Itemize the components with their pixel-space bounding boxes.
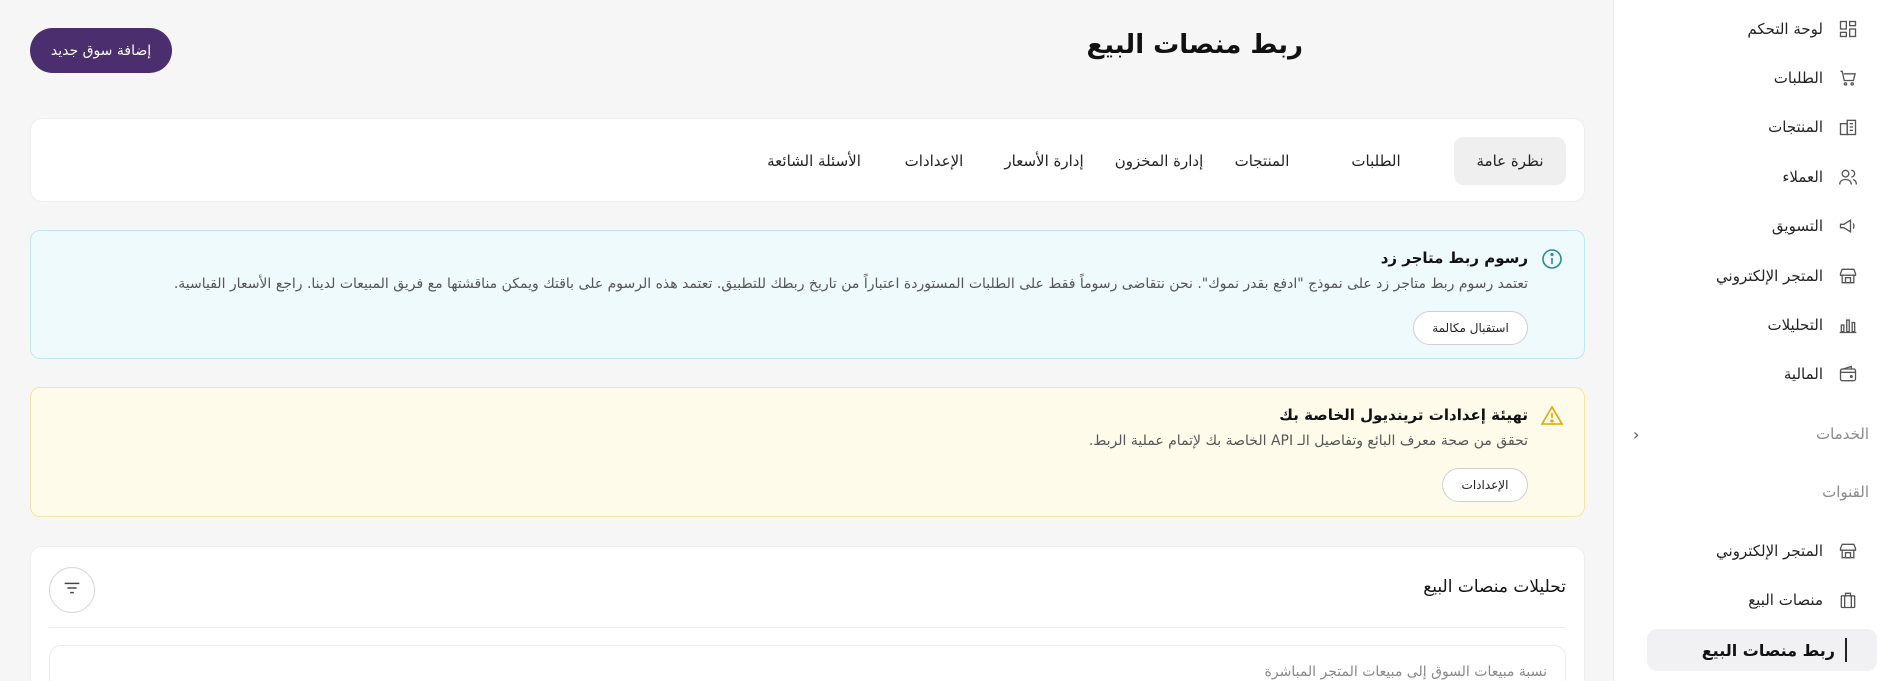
dashboard-icon	[1837, 18, 1859, 40]
warning-icon	[1540, 404, 1564, 428]
bar-chart-icon	[1837, 314, 1859, 336]
sidebar-section-services[interactable]: الخدمات ‹	[1629, 419, 1869, 449]
sidebar-item-orders[interactable]: الطلبات	[1629, 58, 1879, 98]
settings-button[interactable]: الإعدادات	[1442, 468, 1528, 502]
analytics-card: تحليلات منصات البيع نسبة مبيعات السوق إل…	[30, 546, 1585, 681]
active-indicator	[1845, 638, 1847, 662]
wallet-icon	[1837, 363, 1859, 385]
tab-pricing[interactable]: إدارة الأسعار	[989, 137, 1099, 185]
main-content: ربط منصات البيع إضافة سوق جديد نظرة عامة…	[0, 0, 1613, 681]
tabs-bar: نظرة عامة الطلبات المنتجات إدارة المخزون…	[30, 118, 1585, 202]
sidebar-item-label: المالية	[1783, 365, 1823, 383]
products-icon	[1837, 116, 1859, 138]
tab-inventory[interactable]: إدارة المخزون	[1104, 137, 1214, 185]
filter-button[interactable]	[49, 567, 95, 613]
warning-alert-title: تهيئة إعدادات ترينديول الخاصة بك	[1279, 406, 1528, 424]
page-title: ربط منصات البيع	[1086, 30, 1303, 60]
sidebar-item-channel-online-store[interactable]: المتجر الإلكتروني	[1629, 531, 1879, 571]
request-call-button[interactable]: استقبال مكالمة	[1413, 311, 1528, 345]
sidebar-item-label: التحليلات	[1767, 316, 1823, 334]
sidebar-item-label: لوحة التحكم	[1747, 20, 1823, 38]
tab-overview[interactable]: نظرة عامة	[1454, 137, 1566, 185]
ratio-card-title: نسبة مبيعات السوق إلى مبيعات المتجر المب…	[1264, 664, 1547, 680]
sidebar-item-sales-channels[interactable]: منصات البيع	[1629, 580, 1879, 620]
users-icon	[1837, 166, 1859, 188]
sidebar-item-products[interactable]: المنتجات	[1629, 107, 1879, 147]
sidebar-item-analytics[interactable]: التحليلات	[1629, 305, 1879, 345]
sidebar-item-label: ربط منصات البيع	[1701, 640, 1835, 660]
ratio-card: نسبة مبيعات السوق إلى مبيعات المتجر المب…	[49, 645, 1566, 681]
store-icon	[1837, 265, 1859, 287]
sidebar-item-marketing[interactable]: التسويق	[1629, 206, 1879, 246]
tab-orders[interactable]: الطلبات	[1326, 137, 1426, 185]
warning-alert-text: تحقق من صحة معرف البائع وتفاصيل الـ API …	[1088, 433, 1528, 449]
sidebar-item-dashboard[interactable]: لوحة التحكم	[1629, 9, 1879, 49]
sidebar-item-customers[interactable]: العملاء	[1629, 157, 1879, 197]
briefcase-icon	[1837, 589, 1859, 611]
sidebar-section-label: القنوات	[1822, 483, 1869, 501]
add-marketplace-button[interactable]: إضافة سوق جديد	[30, 28, 172, 73]
divider	[49, 627, 1566, 628]
store-icon	[1837, 540, 1859, 562]
sidebar-item-label: المتجر الإلكتروني	[1716, 267, 1823, 285]
chevron-left-icon: ‹	[1633, 424, 1640, 444]
sidebar-section-label: الخدمات	[1815, 425, 1869, 443]
info-alert-title: رسوم ربط متاجر زد	[1380, 249, 1528, 267]
info-alert: رسوم ربط متاجر زد تعتمد رسوم ربط متاجر ز…	[30, 230, 1585, 359]
tab-faq[interactable]: الأسئلة الشائعة	[749, 137, 879, 185]
sidebar-item-label: المتجر الإلكتروني	[1716, 542, 1823, 560]
info-icon	[1540, 247, 1564, 271]
sidebar-item-finance[interactable]: المالية	[1629, 354, 1879, 394]
megaphone-icon	[1837, 215, 1859, 237]
cart-icon	[1837, 67, 1859, 89]
warning-alert: تهيئة إعدادات ترينديول الخاصة بك تحقق من…	[30, 387, 1585, 517]
sidebar-item-label: التسويق	[1771, 217, 1823, 235]
sidebar-section-channels: القنوات	[1629, 477, 1869, 507]
sidebar-item-label: الطلبات	[1773, 69, 1823, 87]
sidebar-item-label: المنتجات	[1768, 118, 1823, 136]
tab-products[interactable]: المنتجات	[1212, 137, 1312, 185]
sidebar-item-label: العملاء	[1782, 168, 1823, 186]
tab-settings[interactable]: الإعدادات	[884, 137, 984, 185]
sidebar-item-connect-sales-channels[interactable]: ربط منصات البيع	[1647, 629, 1877, 671]
sidebar-item-label: منصات البيع	[1748, 591, 1823, 609]
analytics-title: تحليلات منصات البيع	[1423, 577, 1566, 597]
sidebar-item-online-store[interactable]: المتجر الإلكتروني	[1629, 256, 1879, 296]
info-alert-text: تعتمد رسوم ربط متاجر زد على نموذج "ادفع …	[173, 276, 1528, 292]
sidebar: لوحة التحكم الطلبات المنتجات العملاء الت…	[1613, 0, 1899, 681]
filter-icon	[61, 577, 83, 603]
